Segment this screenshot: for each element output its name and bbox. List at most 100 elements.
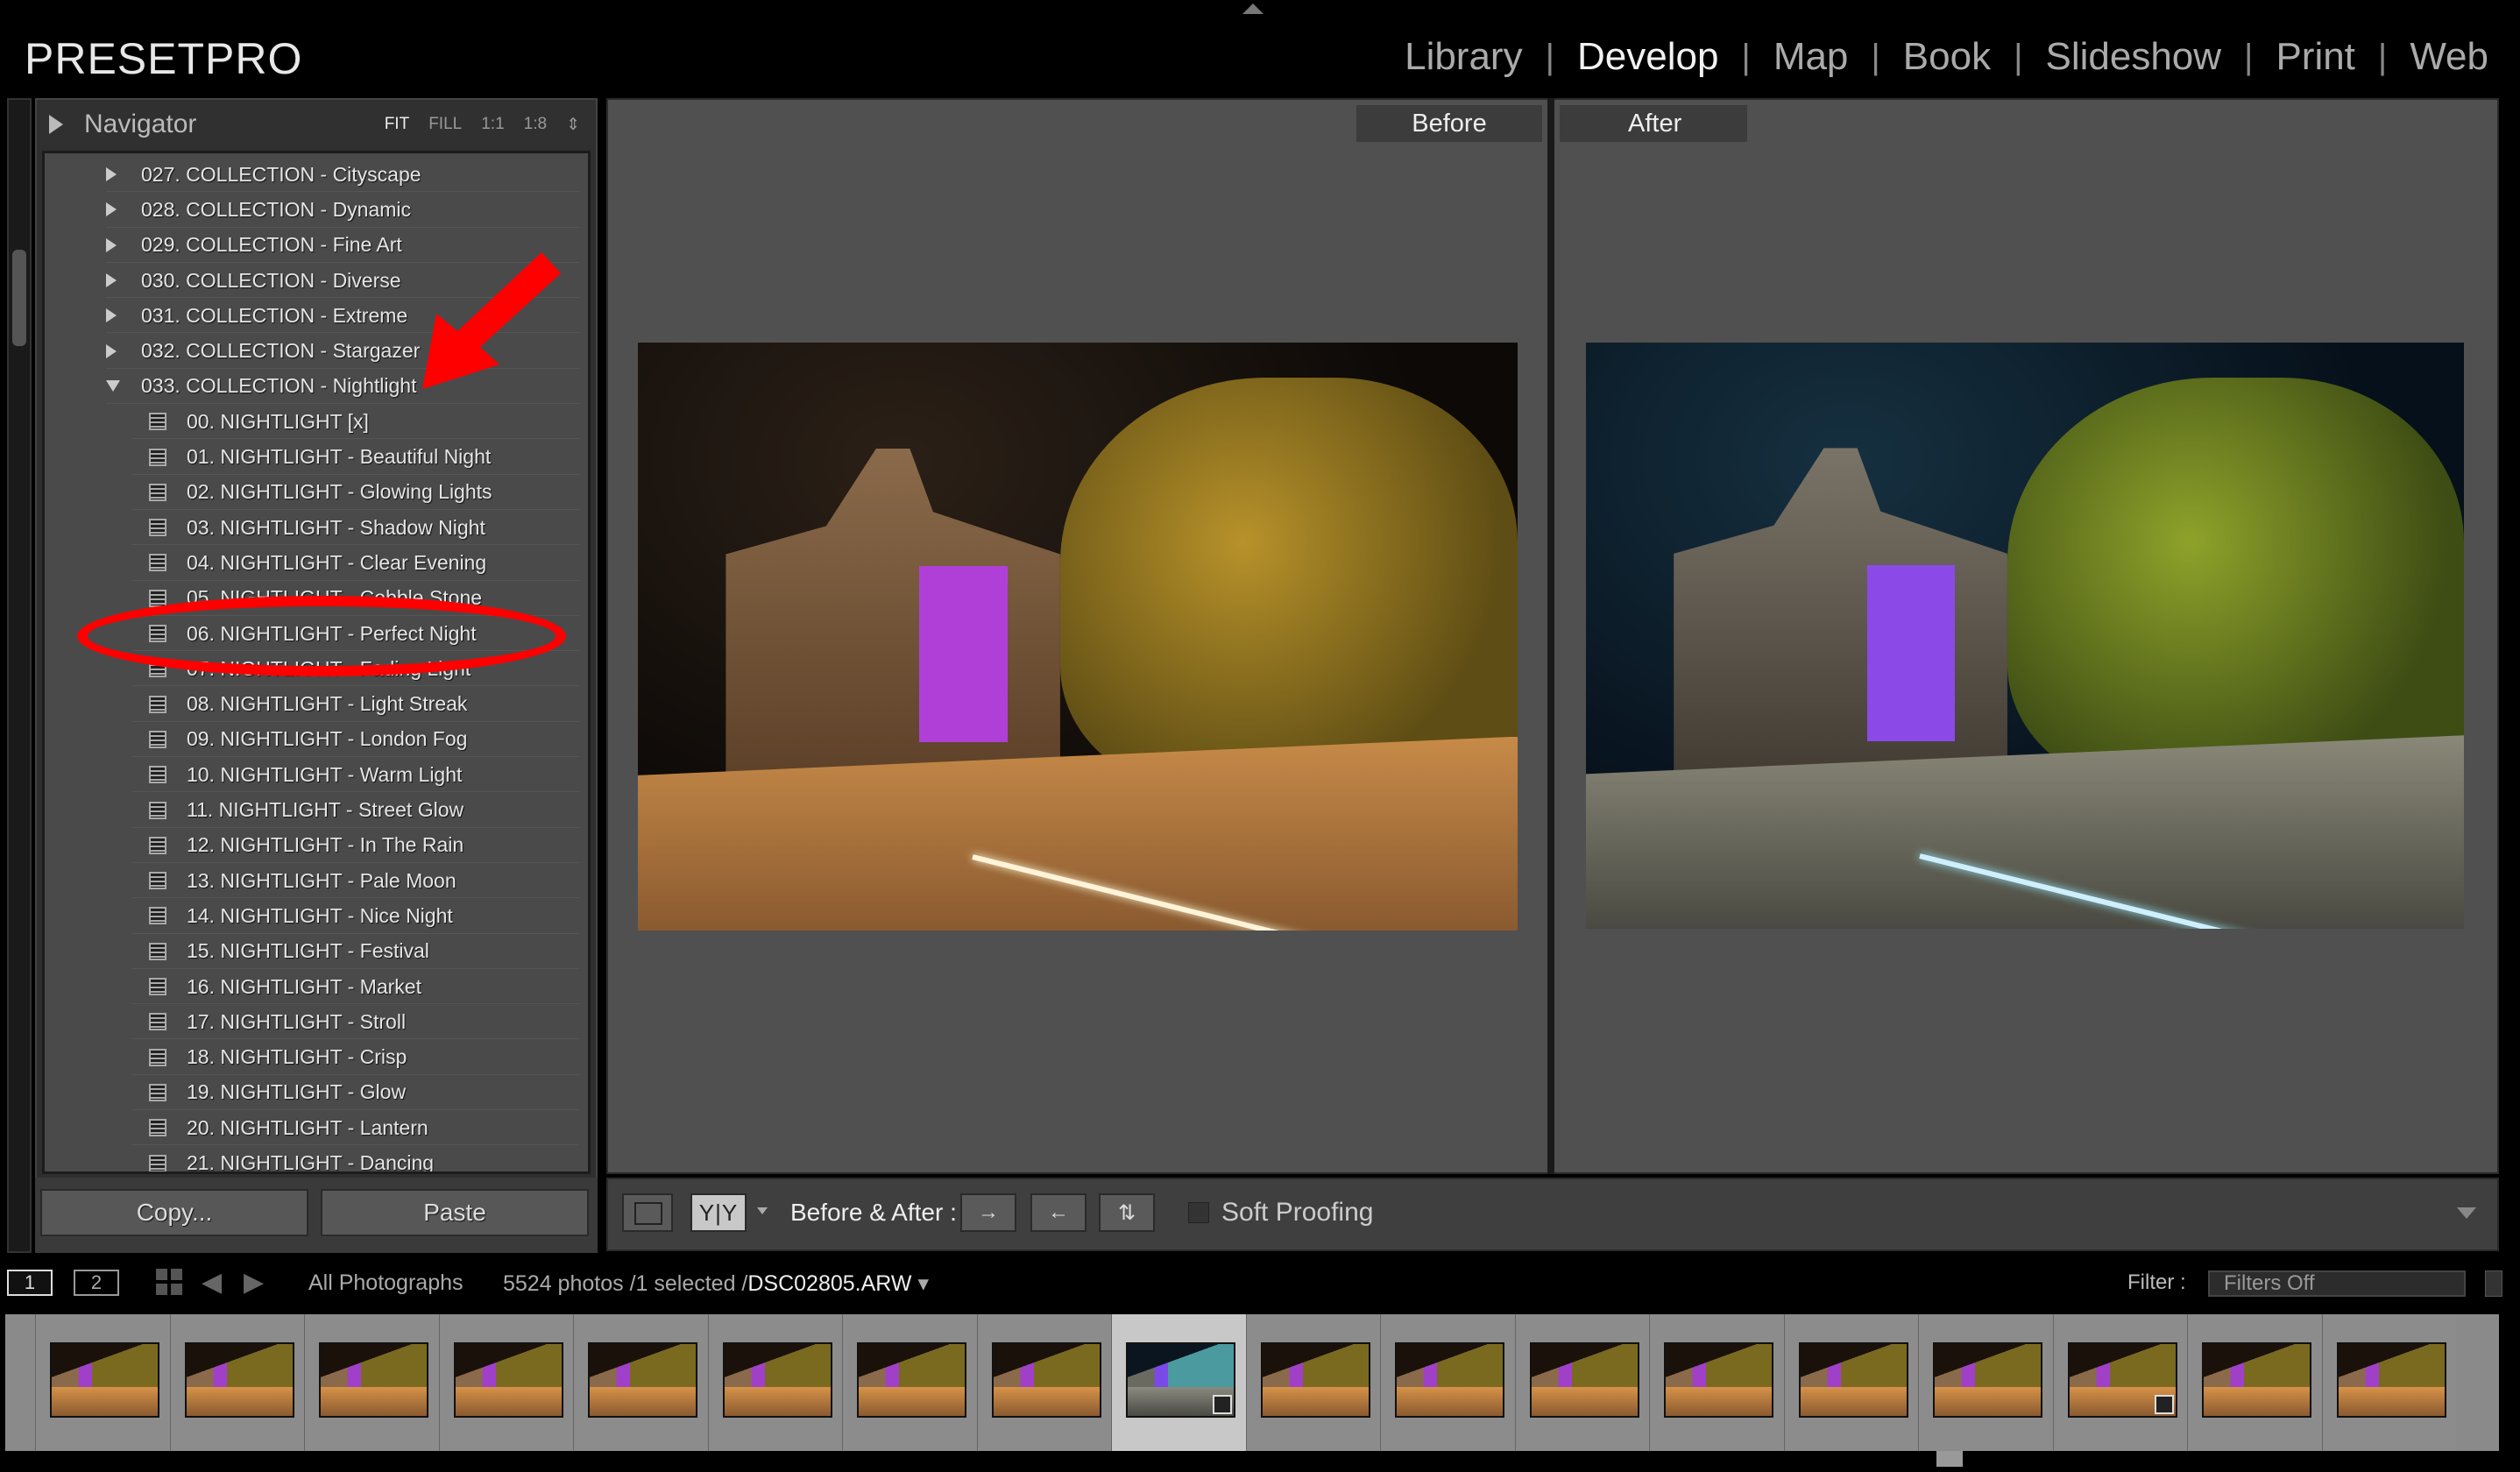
brand-logo: PRESETPRO [25,34,303,83]
zoom-stepper-icon[interactable]: ⇕ [566,115,580,135]
module-tab-print[interactable]: Print [2253,35,2377,79]
collection-folder[interactable]: 028. COLLECTION - Dynamic [45,192,579,228]
zoom-1-8[interactable]: 1:8 [524,115,547,134]
preset-icon [149,801,166,819]
preset-item[interactable]: 16. NIGHTLIGHT - Market [45,969,579,1005]
before-after-view-button[interactable]: Y|Y [690,1193,747,1232]
window-1-button[interactable]: 1 [7,1270,53,1296]
preset-item[interactable]: 04. NIGHTLIGHT - Clear Evening [45,545,579,581]
zoom-fill[interactable]: FILL [428,115,462,134]
filmstrip-thumbnail[interactable] [2052,1314,2187,1451]
thumbnail-image [857,1342,966,1418]
soft-proofing-label[interactable]: Soft Proofing [1221,1198,1373,1228]
top-panel-toggle[interactable] [1242,4,1264,14]
preset-item[interactable]: 20. NIGHTLIGHT - Lantern [45,1110,579,1146]
filmstrip-thumbnail[interactable] [35,1314,170,1451]
filmstrip-thumbnail[interactable] [573,1314,708,1451]
after-photo[interactable] [1586,343,2464,929]
filmstrip-thumbnail-selected[interactable] [1111,1314,1246,1451]
swap-before-after-button[interactable]: ⇅ [1099,1193,1155,1232]
filmstrip-thumbnail[interactable] [842,1314,977,1451]
left-panel-scrollbar[interactable] [12,250,26,346]
preset-item[interactable]: 00. NIGHTLIGHT [x] [45,404,579,440]
module-tab-book[interactable]: Book [1880,35,2014,79]
preset-item[interactable]: 19. NIGHTLIGHT - Glow [45,1075,579,1111]
before-photo[interactable] [638,343,1518,931]
expand-triangle-icon[interactable] [49,115,63,134]
zoom-fit[interactable]: FIT [385,115,410,134]
copy-after-to-before-button[interactable]: ← [1030,1193,1087,1232]
thumbnail-image [453,1342,563,1418]
filmstrip-count[interactable]: 5524 photos /1 selected /DSC02805.ARW ▾ [503,1270,929,1297]
collapsed-triangle-icon[interactable] [106,343,117,358]
preset-item[interactable]: 03. NIGHTLIGHT - Shadow Night [45,510,579,546]
soft-proofing-checkbox[interactable] [1188,1202,1209,1223]
filmstrip-thumbnail[interactable] [304,1314,439,1451]
navigator-zoom-options: FIT FILL 1:1 1:8 ⇕ [385,115,580,135]
filmstrip-source[interactable]: All Photographs [308,1270,464,1296]
filmstrip-scrollbar[interactable] [1936,1451,1963,1467]
collapsed-triangle-icon[interactable] [106,308,117,323]
copy-button[interactable]: Copy... [40,1189,308,1236]
filmstrip-thumbnail[interactable] [1918,1314,2053,1451]
filmstrip-thumbnail[interactable] [438,1314,573,1451]
filmstrip-thumbnail[interactable] [707,1314,842,1451]
filmstrip-thumbnail[interactable] [1649,1314,1784,1451]
back-arrow-icon[interactable]: ◀ [202,1267,222,1298]
collapsed-triangle-icon[interactable] [106,273,117,288]
filmstrip-thumbnail[interactable] [1783,1314,1918,1451]
zoom-1-1[interactable]: 1:1 [481,115,504,134]
module-tab-web[interactable]: Web [2387,35,2511,79]
preset-item[interactable]: 18. NIGHTLIGHT - Crisp [45,1040,579,1075]
module-tab-slideshow[interactable]: Slideshow [2022,35,2244,79]
preset-item[interactable]: 15. NIGHTLIGHT - Festival [45,934,579,969]
module-tab-develop[interactable]: Develop [1554,35,1741,79]
collapsed-triangle-icon[interactable] [106,167,117,182]
view-mode-dropdown-icon[interactable] [757,1207,768,1214]
filmstrip-thumbnail[interactable] [1380,1314,1515,1451]
filmstrip-thumbnail[interactable] [976,1314,1111,1451]
preset-label: 13. NIGHTLIGHT - Pale Moon [187,868,457,892]
preset-label: 20. NIGHTLIGHT - Lantern [187,1115,428,1139]
preset-item[interactable]: 12. NIGHTLIGHT - In The Rain [45,828,579,863]
filmstrip-thumbnail[interactable] [1514,1314,1649,1451]
filmstrip-thumbnail[interactable] [2187,1314,2322,1451]
preset-item[interactable]: 13. NIGHTLIGHT - Pale Moon [45,863,579,899]
filmstrip-thumbnail[interactable] [2321,1314,2456,1451]
collection-label: 030. COLLECTION - Diverse [141,268,401,292]
window-2-button[interactable]: 2 [74,1270,119,1296]
collection-label: 029. COLLECTION - Fine Art [141,233,402,257]
thumbnail-image [1126,1342,1235,1418]
preset-item[interactable]: 10. NIGHTLIGHT - Warm Light [45,757,579,793]
preset-item[interactable]: 21. NIGHTLIGHT - Dancing [45,1145,579,1171]
collection-folder[interactable]: 027. COLLECTION - Cityscape [45,157,579,193]
module-tab-library[interactable]: Library [1382,35,1546,79]
copy-before-to-after-button[interactable]: → [960,1193,1016,1232]
preset-label: 14. NIGHTLIGHT - Nice Night [187,903,453,927]
preset-item[interactable]: 08. NIGHTLIGHT - Light Streak [45,687,579,722]
module-tab-map[interactable]: Map [1751,35,1872,79]
filmstrip-thumbnail[interactable] [169,1314,304,1451]
grid-view-icon[interactable] [156,1269,182,1295]
thumbnail-image [1395,1342,1504,1418]
preset-item[interactable]: 09. NIGHTLIGHT - London Fog [45,722,579,758]
forward-arrow-icon[interactable]: ▶ [244,1267,264,1298]
filmstrip-thumbnail[interactable] [1245,1314,1380,1451]
collapsed-triangle-icon[interactable] [106,202,117,217]
filter-lock-toggle[interactable] [2485,1270,2502,1297]
filmstrip[interactable] [5,1314,2499,1451]
preset-item[interactable]: 11. NIGHTLIGHT - Street Glow [45,792,579,828]
expanded-triangle-icon[interactable] [106,380,120,393]
paste-button[interactable]: Paste [321,1189,589,1236]
preset-item[interactable]: 01. NIGHTLIGHT - Beautiful Night [45,439,579,475]
preset-item[interactable]: 17. NIGHTLIGHT - Stroll [45,1004,579,1040]
preset-item[interactable]: 02. NIGHTLIGHT - Glowing Lights [45,475,579,510]
filter-select[interactable]: Filters Off [2208,1270,2466,1297]
navigator-header[interactable]: Navigator FIT FILL 1:1 1:8 ⇕ [39,103,594,145]
collapsed-triangle-icon[interactable] [106,237,117,252]
loupe-view-button[interactable] [622,1193,673,1232]
toolbar-content-dropdown-icon[interactable] [2457,1207,2476,1219]
thumbnail-image [2067,1342,2177,1418]
preset-label: 09. NIGHTLIGHT - London Fog [187,727,468,751]
preset-item[interactable]: 14. NIGHTLIGHT - Nice Night [45,898,579,934]
